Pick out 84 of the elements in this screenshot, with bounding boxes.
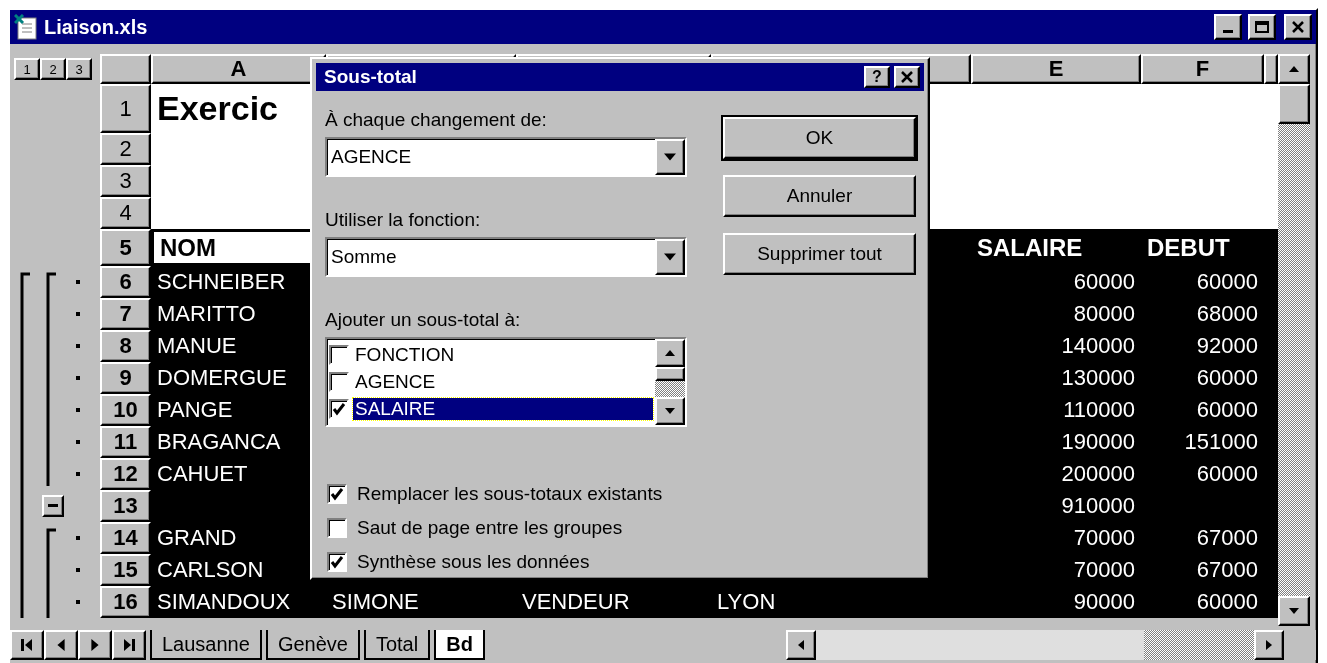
last-sheet-button[interactable]: [112, 630, 146, 660]
down-arrow-icon: [1289, 606, 1299, 616]
sheet-tab[interactable]: Bd: [434, 630, 485, 660]
sheet-tab[interactable]: Genève: [265, 630, 360, 660]
dialog-button[interactable]: Supprimer tout: [723, 233, 916, 275]
group-by-dropdown[interactable]: AGENCE: [325, 137, 687, 177]
left-arrow-icon: [55, 639, 67, 651]
left-arrow-icon: [796, 640, 806, 650]
select-all-corner[interactable]: [100, 54, 151, 84]
scroll-thumb[interactable]: [1278, 84, 1310, 124]
checkbox[interactable]: [327, 484, 347, 504]
check-icon: [332, 402, 346, 417]
dropdown-arrow-icon: [664, 151, 676, 163]
minimize-button[interactable]: [1214, 14, 1242, 40]
checkbox[interactable]: [329, 399, 349, 420]
dialog-button[interactable]: OK: [723, 117, 916, 159]
outline-level-button[interactable]: 2: [40, 58, 66, 80]
row-header[interactable]: 5: [100, 229, 151, 266]
checkbox-label: Saut de page entre les groupes: [357, 517, 623, 539]
maximize-button[interactable]: [1248, 14, 1276, 40]
maximize-icon: [1255, 21, 1269, 33]
next-sheet-button[interactable]: [78, 630, 112, 660]
outline-level-button[interactable]: 1: [14, 58, 40, 80]
row-header[interactable]: 16: [100, 586, 151, 618]
dialog-button[interactable]: Annuler: [723, 175, 916, 217]
row-header[interactable]: 1: [100, 84, 151, 133]
close-button[interactable]: [894, 66, 920, 88]
column-header[interactable]: [1264, 54, 1278, 84]
row-header[interactable]: 15: [100, 554, 151, 586]
right-arrow-icon: [1264, 640, 1274, 650]
first-sheet-button[interactable]: [10, 630, 44, 660]
field-label: Utiliser la fonction:: [325, 209, 482, 231]
list-item[interactable]: SALAIRE: [353, 398, 653, 421]
row-header[interactable]: 11: [100, 426, 151, 458]
window-title: Liaison.xls: [44, 15, 149, 39]
column-header[interactable]: F: [1141, 54, 1264, 84]
dropdown-arrow-icon: [664, 251, 676, 263]
row-header[interactable]: 7: [100, 298, 151, 330]
minus-icon: [48, 504, 58, 508]
row-header[interactable]: 12: [100, 458, 151, 490]
sheet-tab[interactable]: Lausanne: [150, 630, 262, 660]
checkbox-label: Remplacer les sous-totaux existants: [357, 483, 663, 505]
minimize-icon: [1223, 30, 1233, 33]
function-dropdown[interactable]: Somme: [325, 237, 687, 277]
outline-level-button[interactable]: 3: [66, 58, 92, 80]
first-arrow-icon: [21, 639, 33, 651]
check-icon: [330, 487, 344, 501]
horizontal-scrollbar[interactable]: [786, 630, 1284, 660]
row-header[interactable]: 10: [100, 394, 151, 426]
row-header[interactable]: 9: [100, 362, 151, 394]
spreadsheet-icon: [14, 14, 38, 40]
column-header[interactable]: E: [971, 54, 1141, 84]
close-button[interactable]: [1284, 14, 1312, 40]
list-item[interactable]: FONCTION: [353, 343, 653, 366]
row-header[interactable]: 4: [100, 197, 151, 229]
sheet-tab[interactable]: Total: [363, 630, 431, 660]
row-header[interactable]: 3: [100, 165, 151, 197]
dialog-title: Sous-total: [324, 66, 417, 88]
row-header[interactable]: 13: [100, 490, 151, 522]
close-icon: [1292, 21, 1304, 33]
check-icon: [330, 555, 344, 569]
field-label: Ajouter un sous-total à:: [325, 309, 522, 331]
vertical-scrollbar[interactable]: [1278, 54, 1310, 626]
row-header[interactable]: 14: [100, 522, 151, 554]
row-header[interactable]: 8: [100, 330, 151, 362]
checkbox-label: Synthèse sous les données: [357, 551, 590, 573]
previous-sheet-button[interactable]: [44, 630, 78, 660]
down-arrow-icon: [665, 406, 675, 416]
row-header[interactable]: 6: [100, 266, 151, 298]
checkbox[interactable]: [327, 518, 347, 538]
right-arrow-icon: [89, 639, 101, 651]
up-arrow-icon: [665, 348, 675, 358]
last-arrow-icon: [123, 639, 135, 651]
checkbox[interactable]: [327, 552, 347, 572]
list-item[interactable]: AGENCE: [353, 371, 653, 393]
list-scrollbar[interactable]: [655, 339, 685, 425]
table-cell-text: Exercic: [156, 88, 279, 129]
up-arrow-icon: [1289, 64, 1299, 74]
row-header[interactable]: 2: [100, 133, 151, 165]
collapse-button[interactable]: [42, 495, 64, 517]
close-icon: [901, 71, 913, 83]
help-button[interactable]: ?: [864, 66, 890, 88]
field-label: À chaque changement de:: [325, 109, 548, 131]
scroll-thumb[interactable]: [655, 367, 685, 381]
